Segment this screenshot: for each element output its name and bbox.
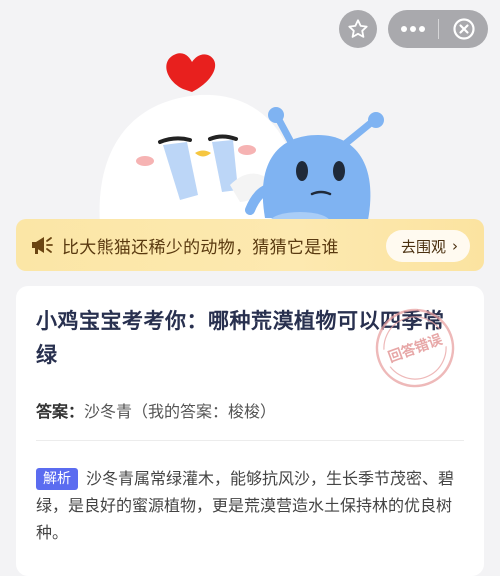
wrong-answer-stamp: 回答错误 (375, 308, 455, 388)
banner-text: 比大熊猫还稀少的动物，猜猜它是谁 (62, 237, 339, 258)
left-cheek (136, 156, 154, 166)
star-outline-icon (348, 19, 368, 38)
alien-right-eye (333, 161, 345, 181)
more-dots-icon (401, 26, 425, 32)
mascot-illustration (99, 53, 384, 232)
go-watch-button[interactable]: 去围观 › (385, 230, 470, 262)
right-cheek (238, 145, 256, 155)
answer-label: 答案： (36, 402, 85, 421)
heart-comb (166, 53, 216, 92)
alien-left-eye (296, 161, 308, 181)
explain-tag: 解析 (36, 468, 78, 490)
answer-value: 沙冬青（我的答案：梭梭） (84, 402, 277, 421)
divider (36, 440, 464, 441)
alien-antenna-right (341, 118, 376, 148)
explain-text: 沙冬青属常绿灌木，能够抗风沙，生长季节茂密、碧绿，是良好的蜜源植物，更是荒漠营造… (36, 469, 455, 542)
stamp-text: 回答错误 (386, 331, 445, 366)
chevron-right-icon: › (452, 237, 458, 255)
close-circle-icon (452, 18, 475, 40)
answer-line: 答案：沙冬青（我的答案：梭梭） (36, 398, 464, 422)
explanation: 解析 沙冬青属常绿灌木，能够抗风沙，生长季节茂密、碧绿，是良好的蜜源植物，更是荒漠… (36, 465, 464, 546)
promo-banner[interactable]: 比大熊猫还稀少的动物，猜猜它是谁 去围观 › (16, 219, 484, 271)
go-watch-label: 去围观 (400, 237, 446, 256)
megaphone-icon (32, 237, 53, 254)
